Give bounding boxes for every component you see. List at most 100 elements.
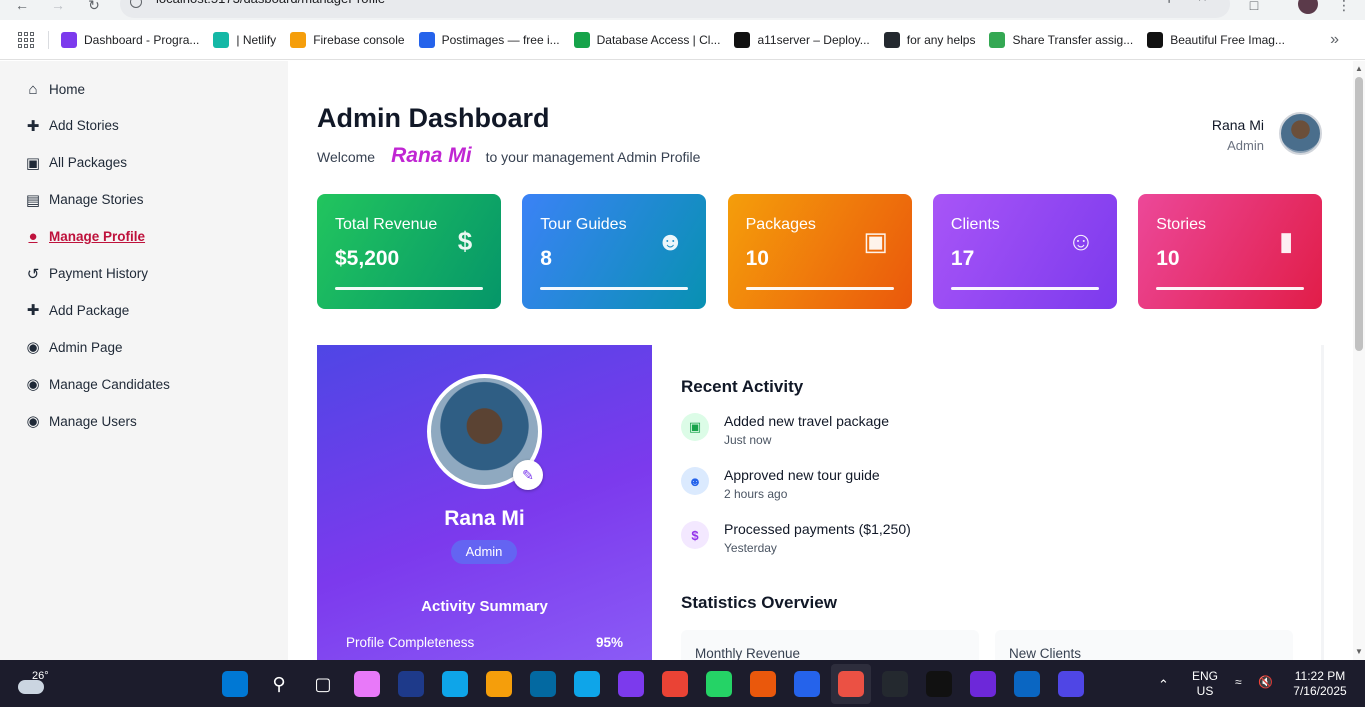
forward-icon[interactable]: → <box>48 0 68 14</box>
more-bookmarks-icon[interactable]: » <box>1330 31 1339 49</box>
sidebar-item-add-package[interactable]: ✚ Add Package <box>24 302 130 319</box>
stat-underline <box>540 287 689 290</box>
bookmark-item[interactable]: for any helps <box>883 31 975 48</box>
stat-value: 8 <box>540 247 552 270</box>
site-info-icon[interactable] <box>130 0 142 8</box>
activity-text: Added new travel package Just now <box>724 413 889 447</box>
outlook-icon[interactable] <box>530 671 556 697</box>
sidebar-item-add-stories[interactable]: ✚ Add Stories <box>24 118 119 135</box>
sidebar-item-label: Manage Profile <box>49 229 146 245</box>
clock[interactable]: 11:22 PM 7/16/2025 <box>1285 669 1355 699</box>
github-icon[interactable] <box>882 671 908 697</box>
page-title: Admin Dashboard <box>317 103 550 133</box>
sidebar-item-home[interactable]: ⌂ Home <box>24 81 86 98</box>
weather-widget[interactable]: 26° <box>18 670 49 694</box>
volume-muted-icon[interactable]: 🔇 <box>1258 675 1273 690</box>
scroll-down-icon[interactable]: ▼ <box>1355 647 1363 656</box>
stat-underline <box>950 287 1099 290</box>
bookmark-item[interactable]: | Netlify <box>213 31 277 48</box>
address-bar[interactable]: localhost:5173/dasboard/manageProfile ⚲ … <box>120 0 1230 18</box>
menu-icon[interactable]: ⋮ <box>1334 0 1354 14</box>
bookmark-item[interactable]: Firebase console <box>290 31 405 48</box>
edit-avatar-button[interactable]: ✎ <box>513 460 543 490</box>
scroll-thumb[interactable] <box>1355 77 1363 351</box>
app-icon[interactable] <box>1058 671 1084 697</box>
header-avatar[interactable] <box>1279 112 1322 155</box>
reload-icon[interactable]: ↻ <box>84 0 104 14</box>
monthly-revenue-card: Monthly Revenue <box>681 630 979 660</box>
start-icon[interactable] <box>222 671 248 697</box>
bookmark-favicon-icon <box>418 31 435 48</box>
bookmark-favicon-icon <box>883 31 900 48</box>
bookmark-item[interactable]: a11server – Deploy... <box>734 31 870 48</box>
bookmark-label: Firebase console <box>313 32 405 47</box>
stat-card-clients: Clients 17 ☺ <box>932 194 1117 309</box>
page-scrollbar[interactable]: ▲ ▼ <box>1353 61 1365 660</box>
bookmark-favicon-icon <box>1147 31 1164 48</box>
activity-item: $ Processed payments ($1,250) Yesterday <box>681 521 911 555</box>
m365-icon[interactable] <box>618 671 644 697</box>
vscode-icon[interactable] <box>794 671 820 697</box>
profile-avatar-icon[interactable] <box>1298 0 1318 14</box>
user-gear-icon: ◉ <box>26 339 40 357</box>
sidebar-item-manage-profile[interactable]: ● Manage Profile <box>24 228 146 245</box>
statistics-title: Statistics Overview <box>681 593 837 612</box>
chrome-icon[interactable] <box>662 671 688 697</box>
activity-summary-title: Activity Summary <box>421 598 548 615</box>
bookmark-item[interactable]: Dashboard - Progra... <box>61 31 200 48</box>
sidebar-item-admin-page[interactable]: ◉ Admin Page <box>24 339 122 357</box>
back-icon[interactable]: ← <box>12 0 32 14</box>
bookmark-item[interactable]: Postimages — free i... <box>418 31 560 48</box>
sidebar-item-manage-stories[interactable]: ▤ Manage Stories <box>24 192 144 209</box>
sidebar-item-manage-users[interactable]: ◉ Manage Users <box>24 413 137 430</box>
welcome-suffix: to your management Admin Profile <box>485 149 701 165</box>
bookmark-favicon-icon <box>989 31 1006 48</box>
powerpoint-icon[interactable] <box>750 671 776 697</box>
recent-activity-title: Recent Activity <box>681 377 804 396</box>
language-indicator[interactable]: ENG US <box>1188 669 1222 699</box>
whatsapp-icon[interactable] <box>706 671 732 697</box>
browser-toolbar: ← → ↻ localhost:5173/dasboard/manageProf… <box>0 0 1365 20</box>
bookmark-favicon-icon <box>734 31 751 48</box>
scroll-up-icon[interactable]: ▲ <box>1355 64 1363 73</box>
activity-title: Added new travel package <box>724 413 889 429</box>
wifi-icon[interactable]: ≈ <box>1235 675 1242 690</box>
completeness-label: Profile Completeness <box>346 635 475 650</box>
bookmark-star-icon[interactable]: ☆ <box>1196 0 1209 5</box>
file-explorer-icon[interactable] <box>486 671 512 697</box>
bookmark-label: | Netlify <box>236 32 277 47</box>
stat-label: Clients <box>950 216 1000 233</box>
tray-chevron-icon[interactable]: ⌃ <box>1158 677 1169 692</box>
activity-text: Approved new tour guide 2 hours ago <box>724 467 880 501</box>
url-text: localhost:5173/dasboard/manageProfile <box>156 0 385 8</box>
messenger-icon[interactable] <box>970 671 996 697</box>
bookmark-item[interactable]: Beautiful Free Imag... <box>1147 31 1285 48</box>
bookmark-item[interactable]: Share Transfer assig... <box>989 31 1133 48</box>
apps-grid-icon[interactable] <box>18 31 34 48</box>
photoshop-icon[interactable] <box>398 671 424 697</box>
new-clients-card: New Clients <box>995 630 1293 660</box>
store-icon[interactable] <box>574 671 600 697</box>
edge-icon[interactable] <box>442 671 468 697</box>
chatgpt-icon[interactable] <box>926 671 952 697</box>
stat-card-tour-guides: Tour Guides 8 ☻ <box>522 194 707 309</box>
search-icon[interactable]: ⚲ <box>266 671 292 697</box>
stat-card-stories: Stories 10 ▮ <box>1138 194 1323 309</box>
sidebar-item-label: Manage Users <box>49 413 137 429</box>
stat-value: 10 <box>745 247 769 270</box>
clock-date: 7/16/2025 <box>1293 684 1347 698</box>
zoom-icon[interactable]: ⚲ <box>1164 0 1174 5</box>
sidebar-item-manage-candidates[interactable]: ◉ Manage Candidates <box>24 376 169 393</box>
bookmark-item[interactable]: Database Access | Cl... <box>573 31 720 48</box>
dollar-icon: $ <box>681 521 709 549</box>
sidebar-item-label: Home <box>49 81 86 97</box>
sidebar-item-payment-history[interactable]: ↺ Payment History <box>24 266 148 283</box>
profile-card: ✎ Rana Mi Admin Activity Summary Profile… <box>317 345 652 660</box>
sidebar-item-all-packages[interactable]: ▣ All Packages <box>24 155 127 172</box>
linkedin-icon[interactable] <box>1014 671 1040 697</box>
bookmark-label: Dashboard - Progra... <box>84 32 200 47</box>
stat-label: Total Revenue <box>335 216 438 233</box>
task-view-icon[interactable]: ▢ <box>310 671 336 697</box>
copilot-icon[interactable] <box>354 671 380 697</box>
extensions-icon[interactable]: □ <box>1244 0 1264 14</box>
